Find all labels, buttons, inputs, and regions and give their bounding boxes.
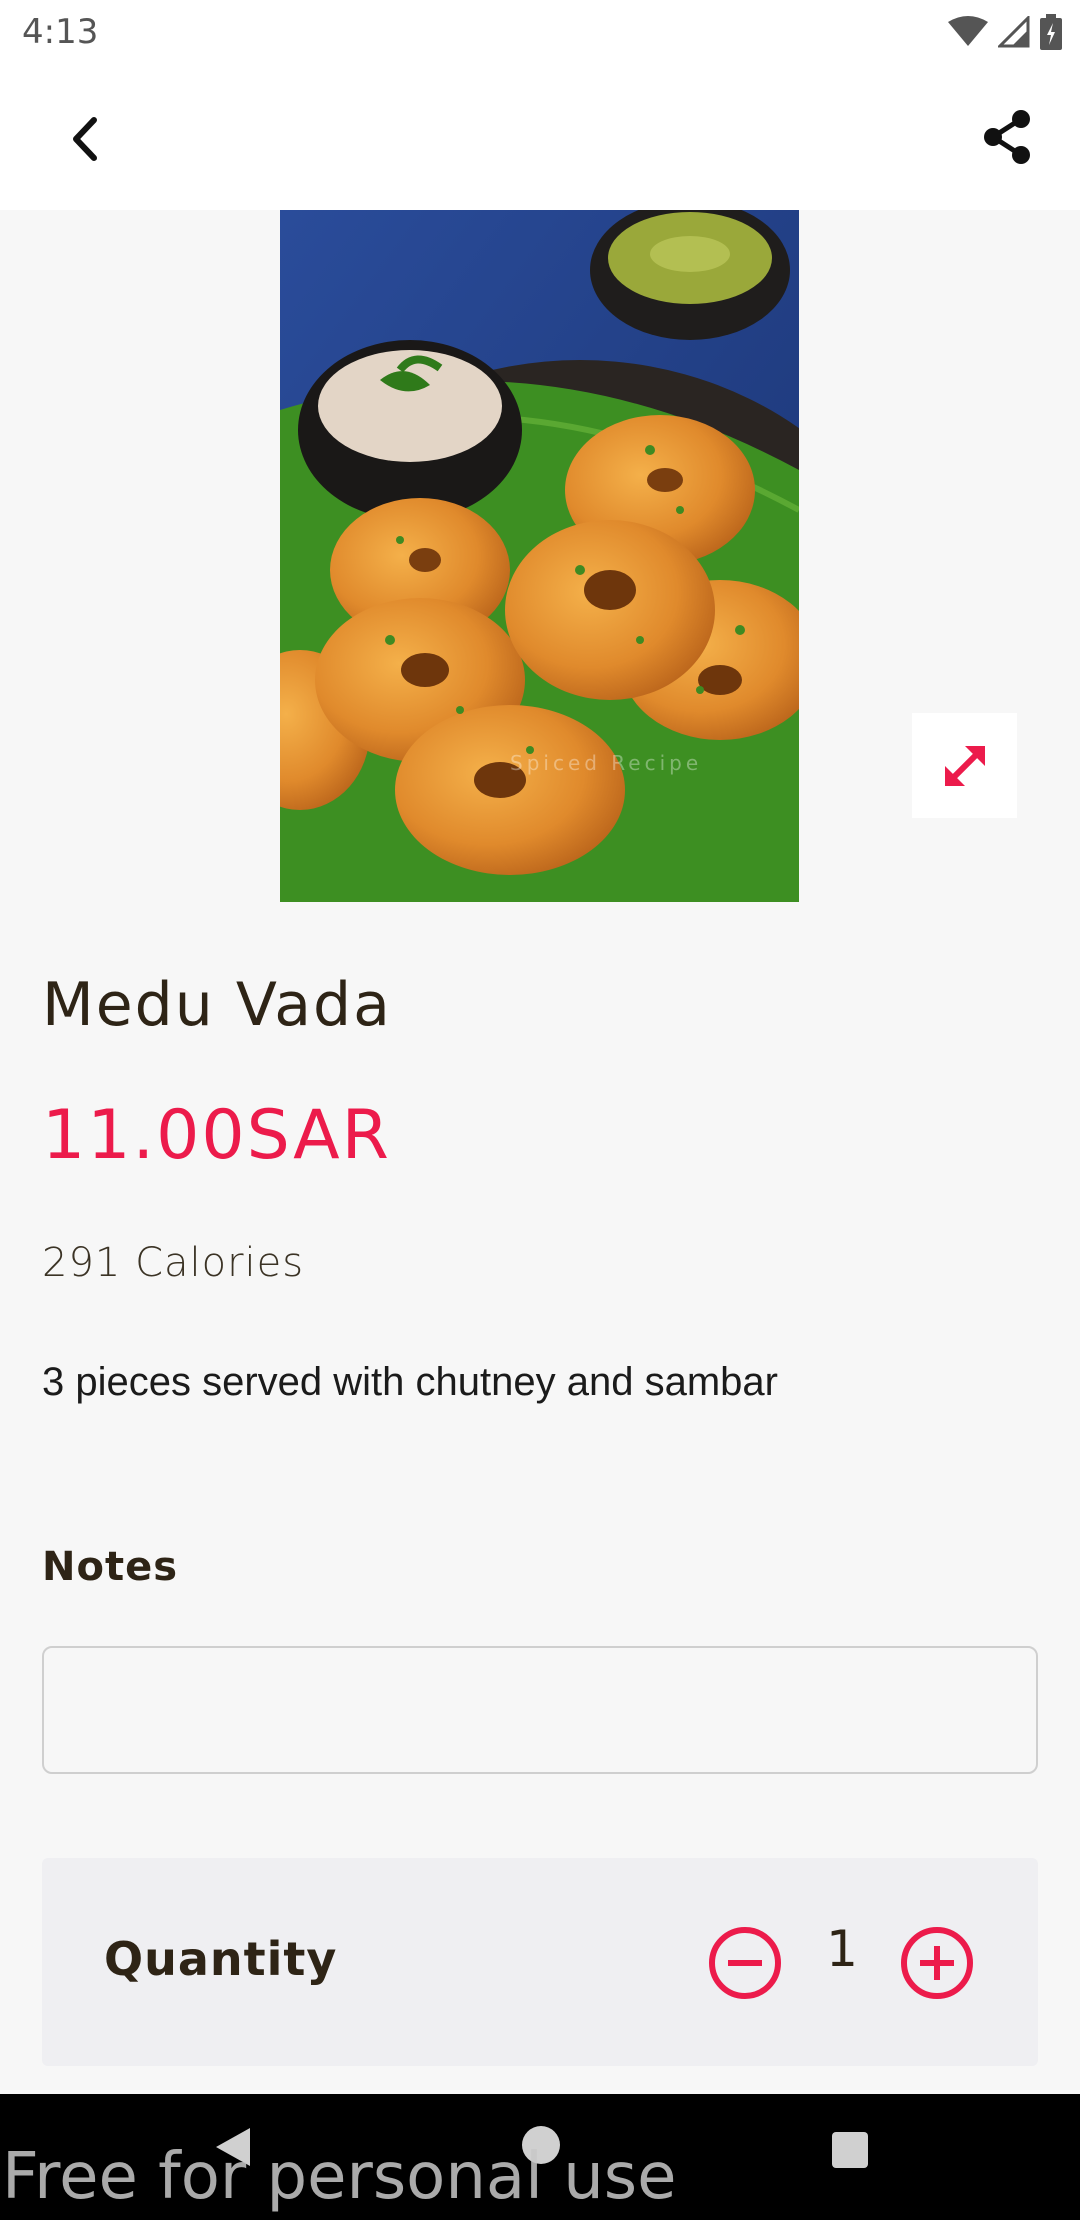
plus-circle-icon — [901, 1927, 973, 1999]
quantity-value: 1 — [826, 1920, 858, 1978]
back-button[interactable] — [50, 104, 120, 174]
app-bar — [0, 64, 1080, 210]
item-description: 3 pieces served with chutney and sambar — [42, 1360, 778, 1404]
notes-label: Notes — [42, 1544, 179, 1590]
notes-input[interactable] — [42, 1646, 1038, 1774]
status-bar: 4:13 — [0, 0, 1080, 64]
quantity-card: Quantity 1 — [42, 1858, 1038, 2066]
expand-image-button[interactable] — [912, 713, 1017, 818]
minus-circle-icon — [709, 1927, 781, 1999]
image-watermark: Spiced Recipe — [510, 751, 702, 775]
nav-recents-button[interactable] — [830, 2130, 870, 2175]
watermark-text: Free for personal use — [2, 2140, 677, 2214]
status-icons — [948, 14, 1062, 50]
share-icon — [984, 110, 1030, 164]
chevron-left-icon — [73, 117, 97, 161]
wifi-icon — [948, 16, 988, 46]
quantity-label: Quantity — [104, 1932, 338, 1986]
item-price: 11.00SAR — [42, 1096, 391, 1175]
item-calories: 291 Calories — [42, 1240, 305, 1286]
increase-quantity-button[interactable] — [900, 1926, 974, 2000]
medu-vada-photo: Spiced Recipe — [280, 210, 799, 902]
share-button[interactable] — [972, 102, 1042, 172]
item-image: Spiced Recipe — [280, 210, 799, 902]
square-recents-icon — [832, 2132, 868, 2168]
decrease-quantity-button[interactable] — [708, 1926, 782, 2000]
signal-icon — [998, 16, 1030, 48]
item-name: Medu Vada — [42, 970, 392, 1040]
battery-icon — [1040, 14, 1062, 50]
expand-icon — [944, 745, 985, 786]
status-time: 4:13 — [22, 12, 99, 52]
